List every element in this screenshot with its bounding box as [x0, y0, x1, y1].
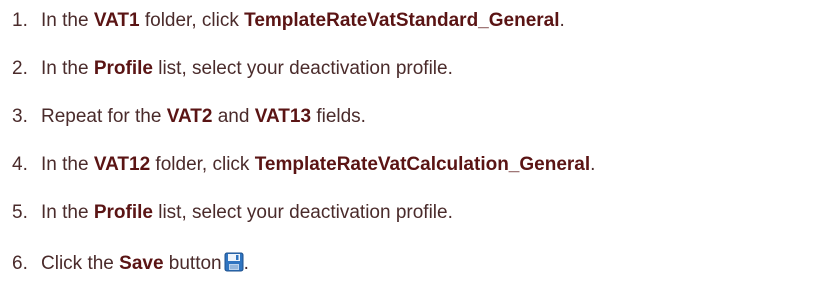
step-text-part: .	[243, 253, 249, 274]
template-name: TemplateRateVatStandard_General	[244, 10, 560, 31]
step-1: 1. In the VAT1 folder, click TemplateRat…	[0, 7, 837, 35]
step-text: Repeat for the VAT2 and VAT13 fields.	[41, 103, 366, 131]
step-text-part: In the	[41, 10, 94, 31]
step-text-part: .	[559, 10, 565, 31]
step-number: 3.	[12, 106, 28, 127]
step-text: In the Profile list, select your deactiv…	[41, 55, 453, 83]
step-number: 2.	[12, 58, 28, 79]
list-name: Profile	[93, 58, 153, 79]
step-2: 2. In the Profile list, select your deac…	[0, 55, 837, 83]
folder-name: VAT12	[93, 154, 151, 175]
step-text-part: button	[163, 253, 222, 274]
step-number: 5.	[12, 202, 28, 223]
step-text-part: Click the	[41, 253, 120, 274]
step-text: Click the Save button .	[41, 250, 249, 278]
step-text-part: list, select your deactivation profile.	[152, 202, 453, 223]
step-3: 3. Repeat for the VAT2 and VAT13 fields.	[0, 103, 837, 131]
folder-name: VAT1	[93, 10, 140, 31]
step-4: 4. In the VAT12 folder, click TemplateRa…	[0, 151, 837, 179]
step-text: In the VAT1 folder, click TemplateRateVa…	[41, 7, 565, 35]
step-6: 6. Click the Save button .	[0, 250, 837, 278]
step-5: 5. In the Profile list, select your deac…	[0, 199, 837, 227]
step-number: 6.	[12, 253, 28, 274]
step-text-part: In the	[41, 202, 94, 223]
step-text-part: In the	[41, 154, 94, 175]
step-text: In the Profile list, select your deactiv…	[41, 199, 453, 227]
step-text-part: .	[590, 154, 596, 175]
step-text-part: folder, click	[150, 154, 255, 175]
button-name: Save	[119, 253, 164, 274]
field-name: VAT2	[166, 106, 213, 127]
field-name: VAT13	[254, 106, 312, 127]
save-disk-icon	[224, 252, 244, 272]
step-text-part: list, select your deactivation profile.	[152, 58, 453, 79]
step-text-part: fields.	[311, 106, 366, 127]
step-number: 4.	[12, 154, 28, 175]
step-text-part: folder, click	[139, 10, 245, 31]
step-text-part: and	[212, 106, 255, 127]
step-text: In the VAT12 folder, click TemplateRateV…	[41, 151, 595, 179]
step-text-part: Repeat for the	[41, 106, 167, 127]
template-name: TemplateRateVatCalculation_General	[254, 154, 591, 175]
list-name: Profile	[93, 202, 153, 223]
step-text-part: In the	[41, 58, 94, 79]
step-number: 1.	[12, 10, 28, 31]
